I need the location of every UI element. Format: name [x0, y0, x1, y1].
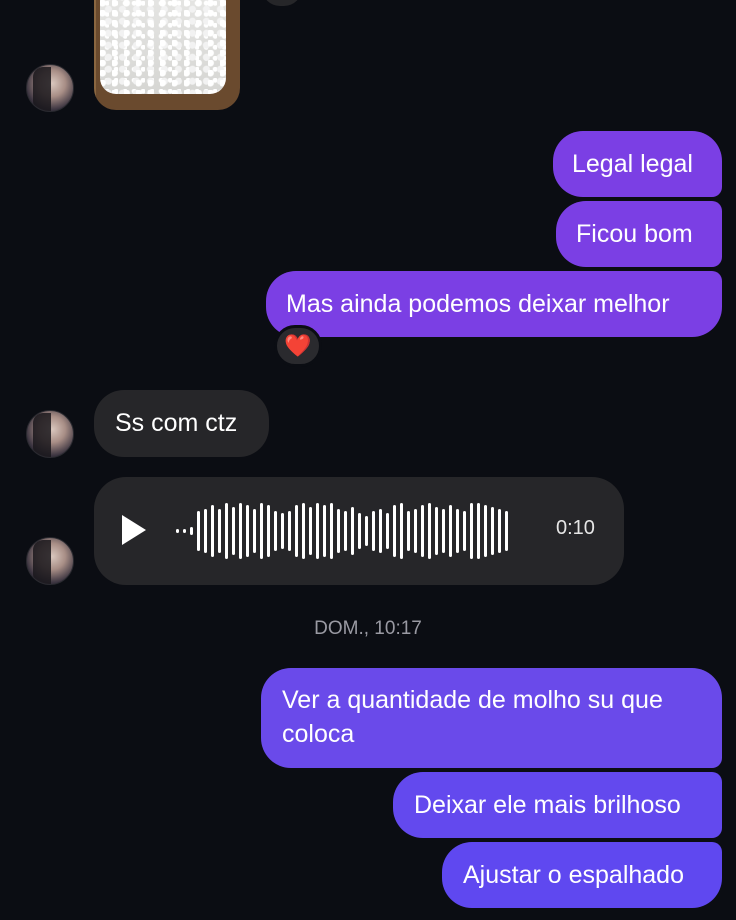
- waveform-bar: [421, 505, 424, 557]
- avatar[interactable]: [26, 410, 74, 458]
- photo-board-edge: [94, 0, 96, 110]
- waveform-bar: [477, 503, 480, 559]
- sent-message-bubble[interactable]: Ficou bom: [556, 201, 722, 267]
- waveform-bar: [204, 509, 207, 553]
- waveform-bar: [351, 507, 354, 555]
- waveform-bar: [435, 507, 438, 555]
- image-message[interactable]: [94, 0, 240, 110]
- waveform-bar: [498, 509, 501, 553]
- waveform-bar: [302, 503, 305, 559]
- waveform-bar: [484, 505, 487, 557]
- waveform-bar: [176, 529, 179, 533]
- waveform-bar: [267, 505, 270, 557]
- sent-message-bubble[interactable]: Mas ainda podemos deixar melhor: [266, 271, 722, 337]
- waveform-bar: [309, 507, 312, 555]
- message-text: Ss com ctz: [115, 409, 238, 437]
- waveform-bar: [211, 505, 214, 557]
- waveform-bar: [232, 507, 235, 555]
- waveform-bar: [456, 509, 459, 553]
- play-icon[interactable]: [122, 515, 146, 545]
- waveform-bar: [183, 529, 186, 533]
- audio-duration: 0:10: [556, 517, 595, 539]
- waveform-bar: [225, 503, 228, 559]
- waveform-bar: [393, 505, 396, 557]
- sent-message-bubble[interactable]: Deixar ele mais brilhoso: [393, 772, 722, 838]
- waveform-bar: [372, 511, 375, 551]
- waveform-bar: [190, 527, 193, 535]
- avatar[interactable]: [26, 537, 74, 585]
- waveform-bar: [253, 509, 256, 553]
- waveform-bar: [316, 503, 319, 559]
- waveform-bar: [295, 505, 298, 557]
- sent-message-bubble[interactable]: Legal legal: [553, 131, 722, 197]
- waveform-bar: [379, 509, 382, 553]
- avatar[interactable]: [26, 64, 74, 112]
- waveform-bar: [337, 509, 340, 553]
- waveform-bar: [274, 511, 277, 551]
- sent-message-bubble[interactable]: Ver a quantidade de molho su que coloca: [261, 668, 722, 768]
- waveform-bar: [260, 503, 263, 559]
- waveform-bar: [365, 516, 368, 546]
- waveform-bar: [218, 509, 221, 553]
- photo-content: [100, 0, 226, 94]
- waveform-bar: [400, 503, 403, 559]
- waveform-bar: [386, 513, 389, 549]
- waveform-bar: [463, 511, 466, 551]
- waveform-bar: [449, 505, 452, 557]
- waveform-bar: [323, 505, 326, 557]
- waveform-bar: [330, 503, 333, 559]
- waveform-bar: [470, 503, 473, 559]
- waveform-bar: [246, 505, 249, 557]
- previous-message-bubble: [262, 0, 302, 6]
- voice-message[interactable]: 0:10: [94, 477, 624, 585]
- sent-message-bubble[interactable]: Ajustar o espalhado: [442, 842, 722, 908]
- received-message-bubble[interactable]: Ss com ctz: [94, 390, 269, 457]
- message-text: Mas ainda podemos deixar melhor: [286, 290, 670, 318]
- waveform-bar: [358, 513, 361, 549]
- waveform[interactable]: [174, 477, 534, 585]
- waveform-bar: [197, 511, 200, 551]
- waveform-bar: [505, 511, 508, 551]
- waveform-bar: [281, 513, 284, 549]
- waveform-bar: [344, 511, 347, 551]
- waveform-bar: [288, 511, 291, 551]
- waveform-bar: [414, 509, 417, 553]
- waveform-bar: [239, 503, 242, 559]
- message-text-line: coloca: [282, 720, 355, 748]
- waveform-bar: [407, 511, 410, 551]
- timestamp: DOM., 10:17: [314, 618, 422, 639]
- message-text-line: Ver a quantidade de molho su que: [282, 686, 663, 714]
- waveform-bar: [491, 507, 494, 555]
- message-text: Deixar ele mais brilhoso: [414, 791, 681, 819]
- waveform-bar: [442, 509, 445, 553]
- waveform-bar: [428, 503, 431, 559]
- heart-icon: ❤️: [284, 333, 312, 358]
- message-text: Ajustar o espalhado: [463, 861, 684, 889]
- heart-reaction[interactable]: ❤️: [274, 325, 322, 367]
- message-text: Ficou bom: [576, 220, 693, 248]
- message-text: Legal legal: [572, 150, 693, 178]
